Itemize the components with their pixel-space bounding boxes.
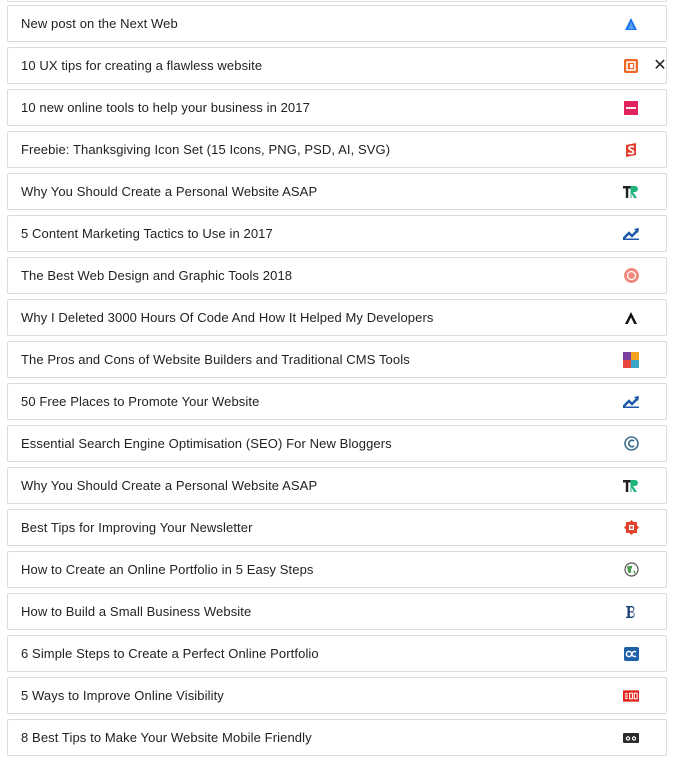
fsg-icon bbox=[623, 268, 639, 284]
feed-item-title: Best Tips for Improving Your Newsletter bbox=[21, 520, 253, 535]
feed-item-title: 5 Ways to Improve Online Visibility bbox=[21, 688, 224, 703]
feed-item[interactable]: 10 UX tips for creating a flawless websi… bbox=[7, 47, 667, 84]
feed-item-title: 6 Simple Steps to Create a Perfect Onlin… bbox=[21, 646, 319, 661]
red-badge-icon bbox=[623, 520, 639, 536]
feed-item[interactable]: 8 Best Tips to Make Your Website Mobile … bbox=[7, 719, 667, 756]
feed-item-title: 50 Free Places to Promote Your Website bbox=[21, 394, 260, 409]
feed-item-title: How to Create an Online Portfolio in 5 E… bbox=[21, 562, 314, 577]
feed-item[interactable]: Best Tips for Improving Your Newsletter bbox=[7, 509, 667, 546]
tr-icon bbox=[623, 184, 639, 200]
c-circle-icon bbox=[623, 436, 639, 452]
tr-icon bbox=[623, 478, 639, 494]
cb-icon bbox=[623, 58, 639, 74]
smashing-icon bbox=[623, 142, 639, 158]
close-icon[interactable]: ✕ bbox=[652, 58, 668, 74]
globe-icon bbox=[623, 562, 639, 578]
feed-item[interactable]: New post on the Next Web bbox=[7, 5, 667, 42]
feed-item-partial[interactable] bbox=[7, 0, 667, 2]
feed-item-title: 5 Content Marketing Tactics to Use in 20… bbox=[21, 226, 273, 241]
feed-list: New post on the Next Web 10 UX tips for … bbox=[7, 0, 667, 759]
feed-item[interactable]: Essential Search Engine Optimisation (SE… bbox=[7, 425, 667, 462]
tnw-icon bbox=[623, 16, 639, 32]
squares-icon bbox=[623, 351, 639, 368]
inc-icon bbox=[623, 100, 639, 116]
feed-item-title: How to Build a Small Business Website bbox=[21, 604, 252, 619]
feed-item-title: Freebie: Thanksgiving Icon Set (15 Icons… bbox=[21, 142, 391, 157]
feed-item[interactable]: 50 Free Places to Promote Your Website bbox=[7, 383, 667, 420]
feed-item[interactable]: 5 Ways to Improve Online Visibility bbox=[7, 677, 667, 714]
feed-item[interactable]: Freebie: Thanksgiving Icon Set (15 Icons… bbox=[7, 131, 667, 168]
trend-icon bbox=[623, 394, 639, 410]
feed-item[interactable]: The Pros and Cons of Website Builders an… bbox=[7, 341, 667, 378]
feed-item[interactable]: How to Create an Online Portfolio in 5 E… bbox=[7, 551, 667, 588]
feed-item[interactable]: 5 Content Marketing Tactics to Use in 20… bbox=[7, 215, 667, 252]
feed-item[interactable]: Why You Should Create a Personal Website… bbox=[7, 467, 667, 504]
feed-item[interactable]: 10 new online tools to help your busines… bbox=[7, 89, 667, 126]
owl-icon bbox=[623, 730, 639, 746]
a-icon bbox=[623, 310, 639, 326]
b-icon bbox=[623, 604, 639, 620]
feed-item-title: The Best Web Design and Graphic Tools 20… bbox=[21, 268, 293, 283]
feed-item-title: New post on the Next Web bbox=[21, 16, 178, 31]
trend-icon bbox=[623, 226, 639, 242]
feed-item-title: Essential Search Engine Optimisation (SE… bbox=[21, 436, 392, 451]
feed-item-title: The Pros and Cons of Website Builders an… bbox=[21, 352, 410, 367]
feed-item[interactable]: The Best Web Design and Graphic Tools 20… bbox=[7, 257, 667, 294]
feed-item-title: 10 new online tools to help your busines… bbox=[21, 100, 310, 115]
feed-item-title: 10 UX tips for creating a flawless websi… bbox=[21, 58, 263, 73]
feed-item[interactable]: Why I Deleted 3000 Hours Of Code And How… bbox=[7, 299, 667, 336]
feed-item-title: Why You Should Create a Personal Website… bbox=[21, 184, 318, 199]
oc-icon bbox=[623, 646, 639, 662]
feed-item-title: Why I Deleted 3000 Hours Of Code And How… bbox=[21, 310, 434, 325]
feed-item[interactable]: 6 Simple Steps to Create a Perfect Onlin… bbox=[7, 635, 667, 672]
feed-item-title: 8 Best Tips to Make Your Website Mobile … bbox=[21, 730, 312, 745]
feed-item[interactable]: Why You Should Create a Personal Website… bbox=[7, 173, 667, 210]
sbd-icon bbox=[623, 688, 639, 704]
feed-item[interactable]: How to Build a Small Business Website bbox=[7, 593, 667, 630]
feed-item-title: Why You Should Create a Personal Website… bbox=[21, 478, 318, 493]
